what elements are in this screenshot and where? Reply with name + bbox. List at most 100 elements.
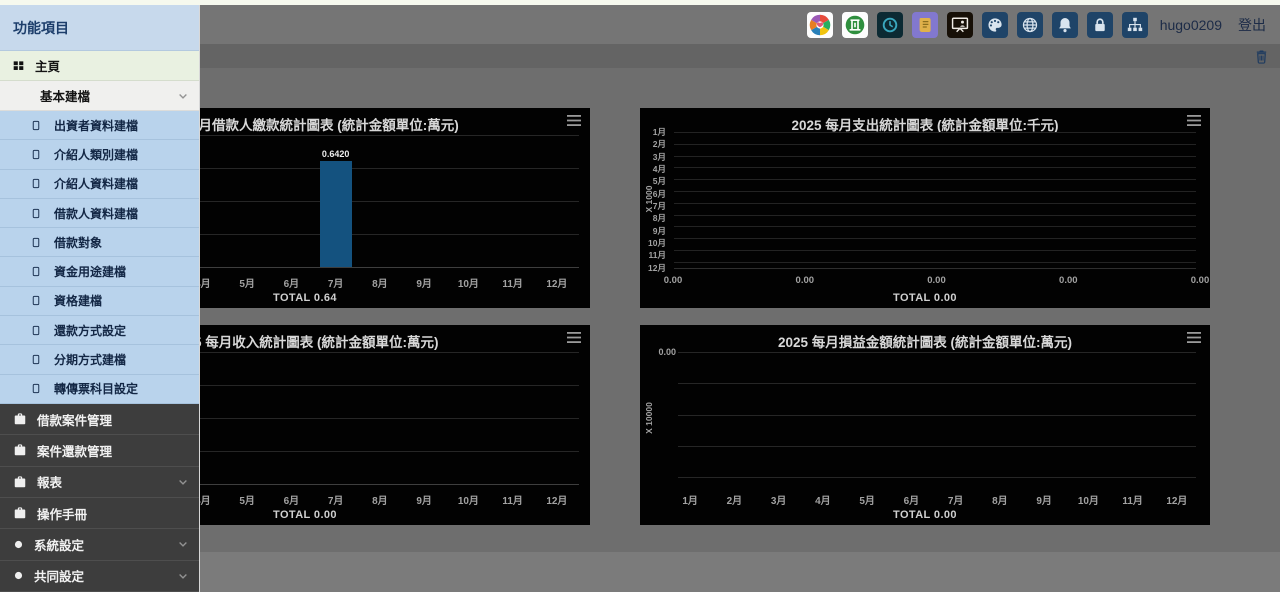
bar-slot: [314, 352, 358, 484]
bank-icon[interactable]: [842, 12, 868, 38]
username[interactable]: hugo0209: [1160, 17, 1222, 33]
gridline: [674, 215, 1196, 216]
sidebar-item-repayment-method[interactable]: 還款方式設定: [0, 316, 199, 345]
navbar-app-icons: [807, 12, 1148, 38]
sidebar-item-label: 資金用途建檔: [54, 263, 126, 280]
gridline: [678, 477, 1196, 478]
scroll-icon[interactable]: [912, 12, 938, 38]
sidebar-item-manual[interactable]: 操作手冊: [0, 498, 199, 529]
chart-panel-monthly-expense: 2025 每月支出統計圖表 (統計金額單位:千元) 1月2月3月4月5月6月7月…: [640, 108, 1210, 308]
gridline: [674, 167, 1196, 168]
bar-slot: [402, 135, 446, 267]
sidebar-item-loan-case-management[interactable]: 借款案件管理: [0, 404, 199, 435]
sidebar-item-label: 系統設定: [34, 535, 84, 554]
sidebar-item-system-settings[interactable]: 系統設定: [0, 529, 199, 560]
bar-slot: [535, 352, 579, 484]
circle-icon: [13, 570, 24, 581]
gridline: [678, 352, 1196, 353]
x-tick-label: 0.00: [1059, 275, 1078, 286]
clock-icon[interactable]: [877, 12, 903, 38]
sidebar-item-label: 還款方式設定: [54, 322, 126, 339]
presentation-icon[interactable]: [947, 12, 973, 38]
globe-icon[interactable]: [1017, 12, 1043, 38]
y-tick-label: 1月: [640, 126, 670, 138]
sidebar-item-funder-data[interactable]: 出資者資料建檔: [0, 111, 199, 140]
sidebar-item-fund-usage[interactable]: 資金用途建檔: [0, 257, 199, 286]
x-tick-label: 9月: [1022, 492, 1066, 507]
y-tick-label: 9月: [640, 225, 670, 237]
briefcase-icon: [13, 412, 27, 426]
bar-value-label: 0.6420: [322, 149, 350, 159]
tablet-icon: [31, 148, 41, 161]
y-tick-label: 11月: [640, 249, 670, 261]
bar-slot: [491, 135, 535, 267]
sidebar: 功能項目 主頁基本建檔出資者資料建檔介紹人類別建檔介紹人資料建檔借款人資料建檔借…: [0, 5, 200, 592]
tablet-icon: [31, 177, 41, 190]
gridline: [674, 191, 1196, 192]
x-tick-label: 5月: [225, 275, 269, 290]
x-tick-label: 7月: [934, 492, 978, 507]
tablet-icon: [31, 119, 41, 132]
gridline: [678, 446, 1196, 447]
x-tick-label: 9月: [402, 492, 446, 507]
sidebar-item-reports[interactable]: 報表: [0, 467, 199, 498]
x-tick-label: 5月: [845, 492, 889, 507]
palette-icon[interactable]: [982, 12, 1008, 38]
bar-slot: [225, 352, 269, 484]
sidebar-item-borrower-data[interactable]: 借款人資料建檔: [0, 199, 199, 228]
chevron-down-icon: [177, 90, 189, 102]
sidebar-item-label: 借款人資料建檔: [54, 205, 138, 222]
chart-plot: 0.00X 100001月2月3月4月5月6月7月8月9月10月11月12月: [640, 325, 1210, 525]
y-tick-label: 12月: [640, 262, 670, 274]
sidebar-item-label: 介紹人類別建檔: [54, 146, 138, 163]
bell-icon[interactable]: [1052, 12, 1078, 38]
sidebar-item-label: 出資者資料建檔: [54, 117, 138, 134]
chart-total: TOTAL 0.00: [640, 509, 1210, 521]
sidebar-item-referrer-category[interactable]: 介紹人類別建檔: [0, 140, 199, 169]
chart-plot: 1月2月3月4月5月6月7月8月9月10月11月12月X 10000.000.0…: [640, 108, 1210, 308]
x-tick-label: 9月: [402, 275, 446, 290]
sidebar-item-label: 案件還款管理: [37, 441, 112, 460]
sidebar-item-label: 資格建檔: [54, 292, 102, 309]
y-tick-label: 2月: [640, 138, 670, 150]
x-tick-label: 11月: [491, 492, 535, 507]
sidebar-item-label: 借款對象: [54, 234, 102, 251]
x-tick-label: 6月: [269, 275, 313, 290]
sidebar-item-voucher-subject[interactable]: 轉傳票科目設定: [0, 375, 199, 404]
y-tick-label: 0.00: [652, 347, 676, 357]
x-tick-label: 6月: [889, 492, 933, 507]
tablet-icon: [31, 353, 41, 366]
gridline: [674, 203, 1196, 204]
sidebar-item-loan-target[interactable]: 借款對象: [0, 228, 199, 257]
sidebar-item-home[interactable]: 主頁: [0, 51, 199, 81]
trash-icon[interactable]: [1254, 49, 1269, 64]
lock-icon[interactable]: [1087, 12, 1113, 38]
sidebar-item-qualification[interactable]: 資格建檔: [0, 287, 199, 316]
bar: [320, 161, 352, 267]
logout-button[interactable]: 登出: [1238, 15, 1266, 35]
x-tick-label: 12月: [535, 275, 579, 290]
sidebar-item-case-repayment-management[interactable]: 案件還款管理: [0, 435, 199, 466]
tablet-icon: [31, 382, 41, 395]
gridline: [674, 250, 1196, 251]
gridline: [678, 415, 1196, 416]
sidebar-item-installment-method[interactable]: 分期方式建檔: [0, 345, 199, 374]
sidebar-item-common-settings[interactable]: 共同設定: [0, 561, 199, 592]
tablet-icon: [31, 236, 41, 249]
sidebar-item-label: 基本建檔: [40, 86, 90, 105]
x-tick-label: 10月: [446, 492, 490, 507]
sidebar-item-basic-setup[interactable]: 基本建檔: [0, 81, 199, 111]
sidebar-item-label: 轉傳票科目設定: [54, 380, 138, 397]
sidebar-item-label: 操作手冊: [37, 504, 87, 523]
chevron-down-icon: [177, 538, 189, 550]
colorful-wheel-icon[interactable]: [807, 12, 833, 38]
sitemap-icon[interactable]: [1122, 12, 1148, 38]
x-tick-label: 12月: [1155, 492, 1199, 507]
x-tick-label: 0.00: [796, 275, 815, 286]
bar-slot: [225, 135, 269, 267]
y-tick-label: 4月: [640, 163, 670, 175]
x-tick-label: 10月: [446, 275, 490, 290]
bar-slot: [269, 352, 313, 484]
sidebar-item-referrer-data[interactable]: 介紹人資料建檔: [0, 170, 199, 199]
x-tick-label: 6月: [269, 492, 313, 507]
